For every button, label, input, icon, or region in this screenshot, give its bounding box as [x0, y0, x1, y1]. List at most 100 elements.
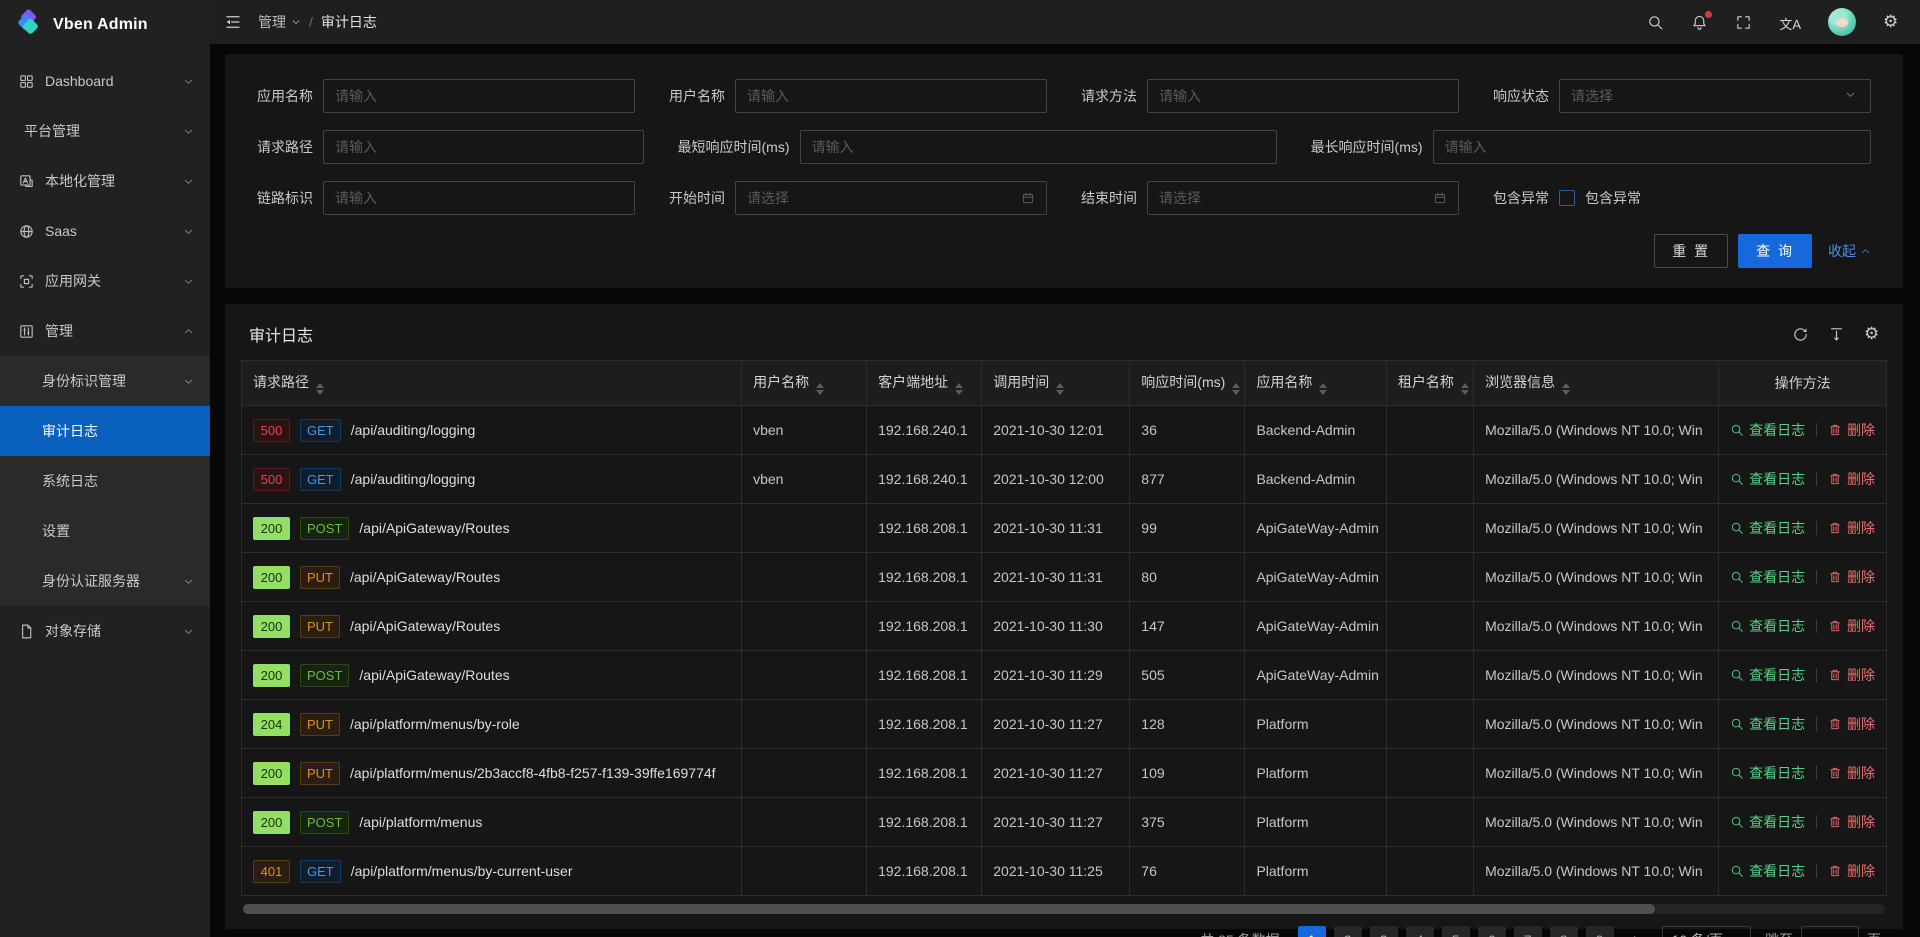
- sidebar-item-audit-log[interactable]: 审计日志: [0, 406, 210, 456]
- delete-button[interactable]: 删除: [1828, 518, 1875, 538]
- next-page-button[interactable]: [1622, 926, 1650, 937]
- page-button-2[interactable]: 2: [1334, 926, 1362, 937]
- view-log-button[interactable]: 查看日志: [1730, 714, 1805, 734]
- sort-carets-icon[interactable]: [1232, 383, 1240, 395]
- sidebar-item-admin[interactable]: 管理: [0, 306, 210, 356]
- language-icon[interactable]: 文A: [1779, 14, 1801, 31]
- status-badge: 200: [253, 664, 290, 687]
- column-header[interactable]: 用户名称: [742, 361, 867, 406]
- filter-row: 请求路径最短响应时间(ms)最长响应时间(ms): [257, 130, 1871, 164]
- page-button-9[interactable]: 9: [1586, 926, 1614, 937]
- pagination-total: 共 85 条数据: [1200, 930, 1279, 937]
- column-header[interactable]: 调用时间: [982, 361, 1130, 406]
- delete-button[interactable]: 删除: [1828, 763, 1875, 783]
- column-header[interactable]: 浏览器信息: [1474, 361, 1719, 406]
- app-name-input[interactable]: [323, 79, 635, 113]
- page-button-6[interactable]: 6: [1478, 926, 1506, 937]
- delete-button[interactable]: 删除: [1828, 420, 1875, 440]
- search-button[interactable]: 查 询: [1738, 234, 1812, 268]
- filter-field-app-name: 应用名称: [257, 79, 635, 113]
- column-settings-gear-icon[interactable]: ⚙: [1864, 326, 1881, 343]
- sort-carets-icon[interactable]: [955, 383, 963, 395]
- sort-carets-icon[interactable]: [816, 383, 824, 395]
- delete-button[interactable]: 删除: [1828, 567, 1875, 587]
- browser-cell: Mozilla/5.0 (Windows NT 10.0; Win: [1474, 651, 1719, 700]
- view-log-button[interactable]: 查看日志: [1730, 665, 1805, 685]
- reset-button[interactable]: 重 置: [1654, 234, 1728, 268]
- collapse-filter-link[interactable]: 收起: [1828, 241, 1871, 261]
- delete-button[interactable]: 删除: [1828, 812, 1875, 832]
- delete-button[interactable]: 删除: [1828, 469, 1875, 489]
- sidebar-item-platform[interactable]: 平台管理: [0, 106, 210, 156]
- refresh-icon[interactable]: [1792, 326, 1809, 343]
- sidebar-item-saas[interactable]: Saas: [0, 206, 210, 256]
- jump-page-input[interactable]: [1801, 926, 1859, 937]
- trash-icon: [1828, 815, 1842, 829]
- sidebar-item-system-log[interactable]: 系统日志: [0, 456, 210, 506]
- view-log-button[interactable]: 查看日志: [1730, 420, 1805, 440]
- request-path: /api/platform/menus/by-role: [350, 716, 520, 732]
- delete-button[interactable]: 删除: [1828, 616, 1875, 636]
- column-header[interactable]: 请求路径: [242, 361, 742, 406]
- view-log-button[interactable]: 查看日志: [1730, 812, 1805, 832]
- scrollbar-thumb[interactable]: [243, 904, 1655, 914]
- view-log-button[interactable]: 查看日志: [1730, 861, 1805, 881]
- fullscreen-icon[interactable]: [1735, 14, 1752, 31]
- view-log-button[interactable]: 查看日志: [1730, 567, 1805, 587]
- delete-button[interactable]: 删除: [1828, 665, 1875, 685]
- sidebar-item-object-storage[interactable]: 对象存储: [0, 606, 210, 656]
- view-log-button[interactable]: 查看日志: [1730, 518, 1805, 538]
- page-button-4[interactable]: 4: [1406, 926, 1434, 937]
- page-button-5[interactable]: 5: [1442, 926, 1470, 937]
- sidebar-item-dashboard[interactable]: Dashboard: [0, 56, 210, 106]
- delete-button[interactable]: 删除: [1828, 714, 1875, 734]
- request-method-input[interactable]: [1147, 79, 1459, 113]
- delete-button[interactable]: 删除: [1828, 861, 1875, 881]
- notification-bell-icon[interactable]: [1691, 14, 1708, 31]
- sidebar-item-identity[interactable]: 身份标识管理: [0, 356, 210, 406]
- response-status-select[interactable]: 请选择: [1559, 79, 1871, 113]
- sort-carets-icon[interactable]: [316, 383, 324, 395]
- sort-carets-icon[interactable]: [1562, 383, 1570, 395]
- search-icon[interactable]: [1647, 14, 1664, 31]
- view-log-button[interactable]: 查看日志: [1730, 763, 1805, 783]
- sidebar-item-auth-server[interactable]: 身份认证服务器: [0, 556, 210, 606]
- sort-carets-icon[interactable]: [1056, 383, 1064, 395]
- magnifier-icon: [1730, 717, 1744, 731]
- sort-carets-icon[interactable]: [1461, 383, 1469, 395]
- end-time-date-input[interactable]: 请选择: [1147, 181, 1459, 215]
- min-response-time-input[interactable]: [800, 130, 1277, 164]
- trace-id-input[interactable]: [323, 181, 635, 215]
- sidebar-item-settings[interactable]: 设置: [0, 506, 210, 556]
- app-name-cell: ApiGateWay-Admin: [1245, 651, 1386, 700]
- avatar[interactable]: [1828, 8, 1856, 36]
- method-badge: PUT: [300, 713, 340, 736]
- request-path: /api/auditing/logging: [351, 422, 476, 438]
- request-path-input[interactable]: [323, 130, 644, 164]
- view-log-button[interactable]: 查看日志: [1730, 616, 1805, 636]
- row-height-icon[interactable]: [1828, 326, 1845, 343]
- breadcrumb-parent[interactable]: 管理: [258, 12, 301, 32]
- sidebar: Vben Admin Dashboard平台管理本地化管理Saas应用网关管理身…: [0, 0, 210, 937]
- has-exception-checkbox[interactable]: [1559, 190, 1575, 206]
- page-button-7[interactable]: 7: [1514, 926, 1542, 937]
- user-name-input[interactable]: [735, 79, 1047, 113]
- column-header[interactable]: 租户名称: [1386, 361, 1473, 406]
- column-header[interactable]: 响应时间(ms): [1130, 361, 1245, 406]
- sidebar-collapse-icon[interactable]: [224, 13, 242, 31]
- page-button-1[interactable]: 1: [1298, 926, 1326, 937]
- trash-icon: [1828, 521, 1842, 535]
- sort-carets-icon[interactable]: [1319, 383, 1327, 395]
- sidebar-item-localization[interactable]: 本地化管理: [0, 156, 210, 206]
- start-time-date-input[interactable]: 请选择: [735, 181, 1047, 215]
- view-log-button[interactable]: 查看日志: [1730, 469, 1805, 489]
- settings-gear-icon[interactable]: ⚙: [1883, 14, 1900, 31]
- filter-row: 链路标识开始时间请选择结束时间请选择包含异常包含异常: [257, 181, 1871, 215]
- sidebar-item-gateway[interactable]: 应用网关: [0, 256, 210, 306]
- page-button-8[interactable]: 8: [1550, 926, 1578, 937]
- page-button-3[interactable]: 3: [1370, 926, 1398, 937]
- column-header[interactable]: 应用名称: [1245, 361, 1386, 406]
- page-size-select[interactable]: 10 条/页: [1662, 926, 1751, 937]
- max-response-time-input[interactable]: [1433, 130, 1871, 164]
- column-header[interactable]: 客户端地址: [867, 361, 982, 406]
